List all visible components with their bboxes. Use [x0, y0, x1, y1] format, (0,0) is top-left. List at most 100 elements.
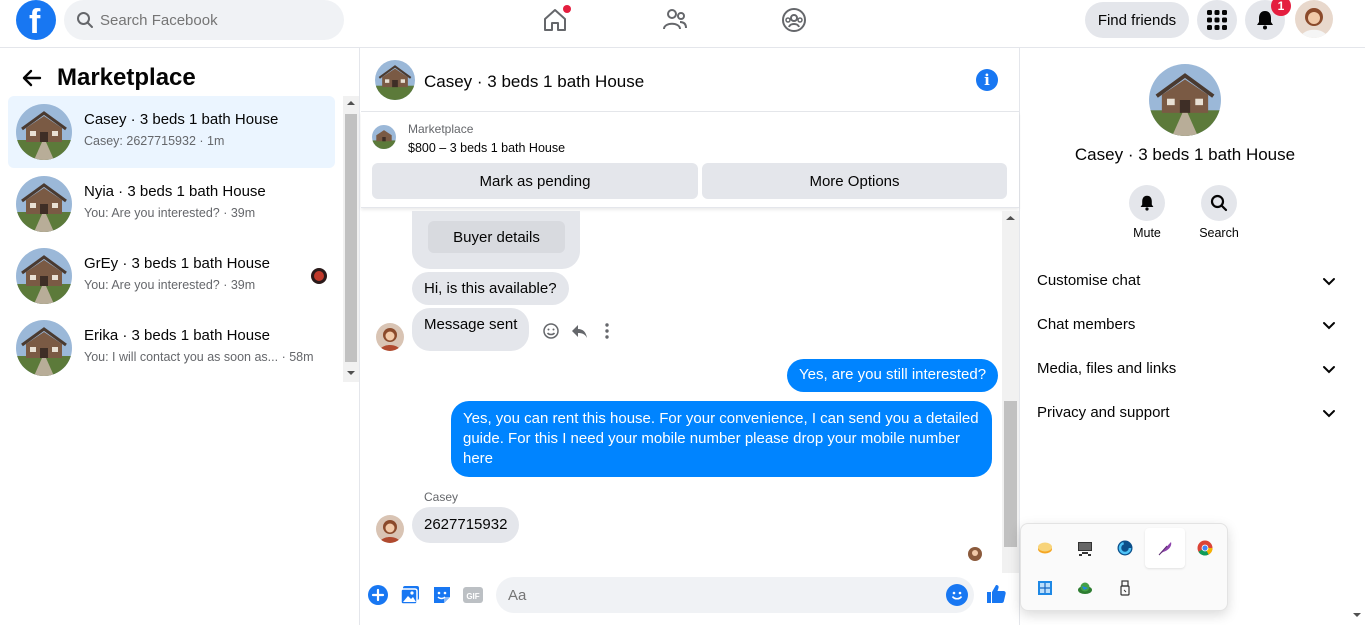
- back-arrow-icon[interactable]: [22, 68, 42, 88]
- chevron-down-icon: [1323, 366, 1335, 374]
- search-box[interactable]: [64, 0, 344, 40]
- plus-circle-icon[interactable]: [367, 584, 389, 606]
- message-thread: Buyer details Hi, is this available? Mes…: [361, 211, 1001, 573]
- info-icon[interactable]: i: [976, 69, 998, 91]
- conversation-item[interactable]: GrEy · 3 beds 1 bath House You: Are you …: [8, 240, 335, 312]
- tray-feather-icon[interactable]: [1145, 528, 1185, 568]
- groups-icon[interactable]: [780, 6, 808, 34]
- conversation-list-panel: Marketplace Casey · 3 beds 1 bath House …: [0, 48, 360, 625]
- message-bubble-received[interactable]: Message sent: [412, 308, 530, 351]
- contact-avatar[interactable]: [1149, 64, 1221, 136]
- page-scrollbar[interactable]: [1349, 48, 1365, 625]
- message-input[interactable]: [496, 577, 974, 613]
- conversation-preview: You: Are you interested? · 39m: [84, 278, 256, 292]
- tray-display-icon[interactable]: [1065, 528, 1105, 568]
- section-label: Chat members: [1037, 316, 1136, 333]
- contact-name: Casey · 3 beds 1 bath House: [1074, 145, 1296, 164]
- menu-button[interactable]: [1197, 0, 1237, 40]
- emoji-picker-button[interactable]: [946, 584, 968, 606]
- house-thumbnail: [16, 248, 72, 304]
- media-files-links-row[interactable]: Media, files and links: [1029, 347, 1341, 391]
- house-thumbnail: [16, 104, 72, 160]
- scroll-up-arrow-icon[interactable]: [343, 96, 359, 110]
- profile-avatar[interactable]: [1295, 0, 1333, 38]
- message-bubble-sent[interactable]: Yes, you can rent this house. For your c…: [451, 401, 992, 477]
- message-bubble-received[interactable]: Hi, is this available?: [412, 272, 569, 305]
- grid-menu-icon: [1207, 10, 1227, 30]
- search-input[interactable]: [100, 0, 330, 40]
- mark-as-pending-button[interactable]: Mark as pending: [372, 163, 698, 199]
- smiley-icon: [951, 591, 963, 600]
- privacy-support-row[interactable]: Privacy and support: [1029, 391, 1341, 435]
- chat-members-row[interactable]: Chat members: [1029, 303, 1341, 347]
- conversation-name: GrEy · 3 beds 1 bath House: [84, 255, 270, 272]
- emoji-reaction-icon[interactable]: [541, 321, 561, 341]
- conversation-item[interactable]: Erika · 3 beds 1 bath House You: I will …: [8, 312, 335, 384]
- more-options-button[interactable]: More Options: [702, 163, 1007, 199]
- tray-network-icon[interactable]: [1025, 568, 1065, 608]
- mute-action[interactable]: Mute: [1117, 185, 1177, 240]
- gif-icon[interactable]: GIF: [462, 584, 484, 606]
- listing-price-title[interactable]: $800 – 3 beds 1 bath House: [408, 141, 565, 155]
- marketplace-listing-card: Marketplace $800 – 3 beds 1 bath House M…: [361, 112, 1019, 208]
- customise-chat-row[interactable]: Customise chat: [1029, 259, 1341, 303]
- facebook-logo-icon[interactable]: f: [16, 0, 56, 41]
- search-icon: [77, 12, 93, 28]
- conversation-list-scrollbar[interactable]: [343, 96, 359, 382]
- sender-avatar[interactable]: [376, 323, 404, 351]
- buyer-details-button[interactable]: Buyer details: [428, 221, 565, 253]
- reply-icon[interactable]: [569, 321, 589, 341]
- message-bubble-received[interactable]: 2627715932: [412, 507, 520, 543]
- conversation-item[interactable]: Casey · 3 beds 1 bath House Casey: 26277…: [8, 96, 335, 168]
- friends-icon[interactable]: [661, 6, 689, 34]
- chat-scrollbar[interactable]: [1002, 211, 1019, 573]
- scrollbar-thumb[interactable]: [1004, 401, 1017, 547]
- sticker-icon[interactable]: [431, 584, 453, 606]
- svg-text:GIF: GIF: [466, 592, 479, 601]
- notification-count-badge: 1: [1271, 0, 1291, 16]
- search-label: Search: [1199, 226, 1239, 240]
- section-label: Media, files and links: [1037, 360, 1177, 377]
- house-thumbnail: [16, 320, 72, 376]
- top-navigation-bar: f Find friends 1: [0, 0, 1365, 48]
- sender-name-label: Casey: [424, 490, 459, 504]
- listing-thumbnail: [372, 125, 396, 149]
- bell-icon: [1140, 195, 1154, 211]
- mute-label: Mute: [1133, 226, 1161, 240]
- chevron-down-icon: [1323, 410, 1335, 418]
- search-in-chat-button[interactable]: [1201, 185, 1237, 221]
- buyer-details-card: Buyer details: [412, 211, 580, 269]
- page-title: Marketplace: [57, 64, 196, 91]
- profile-photo: [1295, 0, 1333, 38]
- find-friends-button[interactable]: Find friends: [1085, 2, 1189, 38]
- mute-button[interactable]: [1129, 185, 1165, 221]
- chat-title[interactable]: Casey · 3 beds 1 bath House: [424, 72, 644, 92]
- chat-header: Casey · 3 beds 1 bath House i: [361, 48, 1019, 112]
- house-thumbnail: [16, 176, 72, 232]
- conversation-item[interactable]: Nyia · 3 beds 1 bath House You: Are you …: [8, 168, 335, 240]
- sender-avatar[interactable]: [376, 515, 404, 543]
- scroll-down-arrow-icon[interactable]: [1349, 608, 1365, 622]
- system-tray-overflow: [1020, 523, 1228, 611]
- conversation-preview: Casey: 2627715932 · 1m: [84, 134, 225, 148]
- chat-avatar[interactable]: [375, 60, 415, 100]
- scroll-down-arrow-icon[interactable]: [343, 366, 359, 380]
- seen-avatar: [311, 268, 327, 284]
- home-notification-dot: [563, 5, 571, 13]
- photo-gallery-icon[interactable]: [399, 584, 421, 606]
- tray-c-icon[interactable]: [1105, 528, 1145, 568]
- read-receipt-avatar: [968, 547, 982, 561]
- scrollbar-thumb[interactable]: [345, 114, 357, 362]
- scroll-up-arrow-icon[interactable]: [1002, 211, 1019, 225]
- search-action[interactable]: Search: [1189, 185, 1249, 240]
- tray-app-1-icon[interactable]: [1025, 528, 1065, 568]
- chevron-down-icon: [1323, 278, 1335, 286]
- more-vertical-icon[interactable]: [597, 321, 617, 341]
- conversation-preview: You: Are you interested? · 39m: [84, 206, 256, 220]
- tray-chrome-icon[interactable]: [1185, 528, 1225, 568]
- conversation-preview: You: I will contact you as soon as... · …: [84, 350, 314, 364]
- tray-globe-icon[interactable]: [1065, 568, 1105, 608]
- tray-usb-icon[interactable]: [1105, 568, 1145, 608]
- thumbs-up-icon[interactable]: [985, 583, 1007, 605]
- message-bubble-sent[interactable]: Yes, are you still interested?: [787, 359, 999, 392]
